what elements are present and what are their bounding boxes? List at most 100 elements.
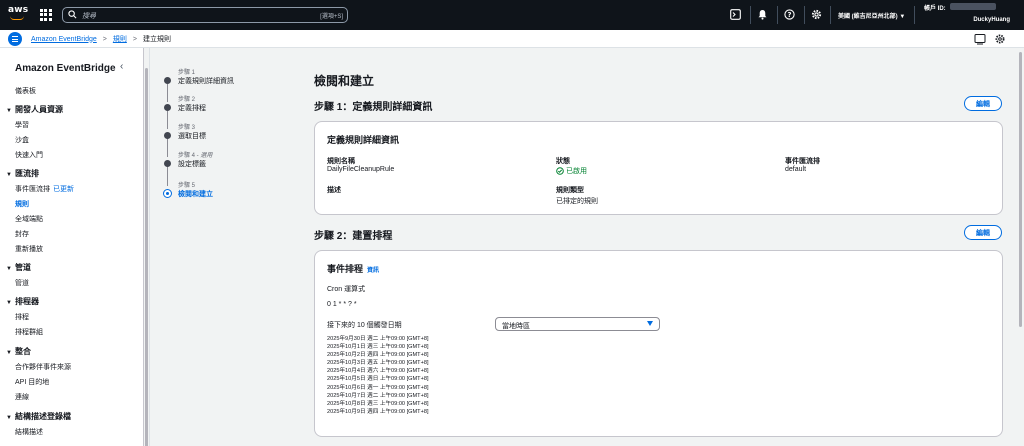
main-scrollbar[interactable] bbox=[1017, 48, 1024, 446]
topbar-divider bbox=[750, 6, 751, 24]
breadcrumb-rules-link[interactable]: 規則 bbox=[113, 34, 127, 44]
card-title: 定義規則詳細資訊 bbox=[327, 135, 400, 145]
settings-panel-icon[interactable] bbox=[994, 33, 1006, 45]
help-icon[interactable]: ? bbox=[783, 8, 796, 21]
step-dot-icon bbox=[164, 160, 171, 167]
sidebar-item-event-buses[interactable]: 事件匯流排 已更新 bbox=[15, 184, 74, 194]
sidebar-group-buses[interactable]: ▼ 匯流排 bbox=[6, 168, 39, 179]
services-grid-icon[interactable] bbox=[40, 9, 52, 21]
sidebar-item-schedules[interactable]: 排程 bbox=[15, 312, 29, 322]
topbar-divider bbox=[804, 6, 805, 24]
topbar-divider bbox=[830, 6, 831, 24]
breadcrumb-bar: Amazon EventBridge > 規則 > 建立規則 bbox=[0, 30, 1024, 48]
account-id-label: 帳戶 ID: bbox=[924, 6, 946, 12]
gear-icon[interactable] bbox=[810, 8, 823, 21]
topbar-divider bbox=[914, 6, 915, 24]
trigger-dates-list: 2025年9月30日 週二 上午09:00 [GMT+8] 2025年10月1日… bbox=[327, 335, 429, 416]
sidebar-item-partner-sources[interactable]: 合作夥伴事件來源 bbox=[15, 362, 71, 372]
trigger-date: 2025年10月9日 週四 上午09:00 [GMT+8] bbox=[327, 408, 429, 415]
sidebar-item-schedule-groups[interactable]: 排程群組 bbox=[15, 327, 43, 337]
event-bus-label: 事件匯流排 bbox=[785, 158, 820, 165]
page-title: 檢閱和建立 bbox=[314, 74, 375, 88]
timezone-select[interactable]: 當地時區 bbox=[495, 317, 660, 331]
edit-step1-button[interactable]: 編輯 bbox=[964, 96, 1002, 111]
aws-logo[interactable]: aws bbox=[8, 5, 30, 23]
account-menu[interactable]: 帳戶 ID: DuckyHuang bbox=[916, 0, 1024, 30]
sidebar-item-rules[interactable]: 規則 bbox=[15, 199, 29, 209]
caret-down-icon bbox=[647, 321, 653, 326]
bell-icon[interactable] bbox=[756, 8, 769, 21]
timezone-selected-value: 當地時區 bbox=[502, 323, 530, 330]
event-schedule-card: 事件排程 資訊 Cron 運算式 0 1 * * ? * 接下來的 10 個觸發日… bbox=[314, 250, 1003, 437]
svg-text:?: ? bbox=[787, 11, 791, 19]
step-dot-icon bbox=[164, 77, 171, 84]
aws-smile-icon bbox=[10, 16, 24, 20]
hamburger-menu-icon[interactable] bbox=[8, 32, 22, 46]
step-current-icon bbox=[163, 189, 172, 198]
trigger-date: 2025年10月7日 週二 上午09:00 [GMT+8] bbox=[327, 392, 429, 399]
sidebar-group-scheduler[interactable]: ▼ 排程器 bbox=[6, 296, 39, 307]
sidebar-title: Amazon EventBridge bbox=[15, 63, 116, 74]
expand-triangle-icon: ▼ bbox=[6, 350, 12, 356]
search-input[interactable]: 搜尋 [選項+S] bbox=[62, 7, 348, 23]
breadcrumb-separator: > bbox=[102, 35, 107, 43]
aws-logo-text: aws bbox=[8, 5, 29, 15]
status-label: 狀態 bbox=[556, 158, 570, 165]
rule-type-label: 規則類型 bbox=[556, 187, 584, 194]
sidebar-group-integration[interactable]: ▼ 整合 bbox=[6, 346, 31, 357]
sidebar-item-quickstart[interactable]: 快速入門 bbox=[15, 150, 43, 160]
sidebar-item-connections[interactable]: 連線 bbox=[15, 392, 29, 402]
expand-triangle-icon: ▼ bbox=[6, 172, 12, 178]
sidebar-item-schemas[interactable]: 結構描述 bbox=[15, 427, 43, 437]
trigger-date: 2025年10月1日 週三 上午09:00 [GMT+8] bbox=[327, 344, 429, 351]
edit-step2-button[interactable]: 編輯 bbox=[964, 225, 1002, 240]
description-label: 描述 bbox=[327, 187, 341, 194]
sidebar-item-global-endpoints[interactable]: 全域端點 bbox=[15, 214, 43, 224]
step1-heading: 步驟 1：定義規則詳細資訊 bbox=[314, 102, 433, 113]
sidebar-item-api-destinations[interactable]: API 目的地 bbox=[15, 377, 49, 387]
breadcrumb: Amazon EventBridge > 規則 > 建立規則 bbox=[31, 34, 171, 44]
sidebar-item-dashboard[interactable]: 儀表板 bbox=[15, 86, 36, 96]
side-navigation: Amazon EventBridge ‹ 儀表板 ▼ 開發人員資源 學習 沙盒 快… bbox=[0, 48, 144, 446]
user-name: DuckyHuang bbox=[973, 17, 1010, 23]
cloudshell-terminal-icon[interactable] bbox=[729, 8, 742, 21]
next-trigger-label: 接下來的 10 個觸發日期 bbox=[327, 322, 402, 329]
sidebar-group-schema-registry[interactable]: ▼ 結構描述登錄檔 bbox=[6, 411, 71, 422]
breadcrumb-current: 建立規則 bbox=[142, 36, 171, 43]
step-dot-icon bbox=[164, 132, 171, 139]
trigger-date: 2025年9月30日 週二 上午09:00 [GMT+8] bbox=[327, 336, 429, 342]
rule-type-value: 已排定的規則 bbox=[556, 198, 598, 205]
rule-name-label: 規則名稱 bbox=[327, 158, 355, 165]
check-circle-icon bbox=[556, 167, 564, 175]
sidebar-item-sandbox[interactable]: 沙盒 bbox=[15, 135, 29, 145]
trigger-date: 2025年10月2日 週四 上午09:00 [GMT+8] bbox=[327, 352, 429, 359]
breadcrumb-separator: > bbox=[132, 35, 137, 43]
info-link[interactable]: 資訊 bbox=[367, 268, 379, 274]
trigger-date: 2025年10月4日 週六 上午09:00 [GMT+8] bbox=[327, 368, 429, 375]
expand-triangle-icon: ▼ bbox=[6, 300, 12, 306]
sidebar-scrollbar[interactable] bbox=[144, 48, 150, 446]
sidebar-item-learn[interactable]: 學習 bbox=[15, 120, 29, 130]
event-bus-value: default bbox=[785, 166, 807, 173]
topbar-divider bbox=[777, 6, 778, 24]
notifications-panel-icon[interactable] bbox=[974, 33, 986, 45]
step2-heading: 步驟 2：建置排程 bbox=[314, 231, 393, 242]
region-selector[interactable]: 美國 (維吉尼亞州北部) ▼ bbox=[838, 11, 905, 20]
top-navigation-bar: aws 搜尋 [選項+S] ? 美國 (維吉尼亞州北部) ▼ 帳戶 ID: Du… bbox=[0, 0, 1024, 30]
sidebar-item-pipes[interactable]: 管道 bbox=[15, 278, 29, 288]
trigger-date: 2025年10月3日 週五 上午09:00 [GMT+8] bbox=[327, 360, 429, 367]
rule-details-card: 定義規則詳細資訊 規則名稱 DailyFileCleanupRule 狀態 已啟… bbox=[314, 121, 1003, 215]
sidebar-item-archives[interactable]: 封存 bbox=[15, 229, 29, 239]
card-title: 事件排程 資訊 bbox=[327, 264, 380, 274]
step-dot-icon bbox=[164, 104, 171, 111]
cron-label: Cron 運算式 bbox=[327, 286, 366, 293]
sidebar-collapse-icon[interactable]: ‹ bbox=[120, 61, 123, 72]
sidebar-item-replays[interactable]: 重新播放 bbox=[15, 244, 43, 254]
trigger-date: 2025年10月8日 週三 上午09:00 [GMT+8] bbox=[327, 400, 429, 407]
cron-value: 0 1 * * ? * bbox=[327, 301, 357, 308]
sidebar-group-pipes[interactable]: ▼ 管道 bbox=[6, 262, 31, 273]
updated-badge: 已更新 bbox=[53, 186, 74, 193]
sidebar-group-dev-resources[interactable]: ▼ 開發人員資源 bbox=[6, 104, 63, 115]
search-placeholder: 搜尋 bbox=[82, 13, 96, 20]
breadcrumb-eventbridge-link[interactable]: Amazon EventBridge bbox=[31, 36, 97, 43]
